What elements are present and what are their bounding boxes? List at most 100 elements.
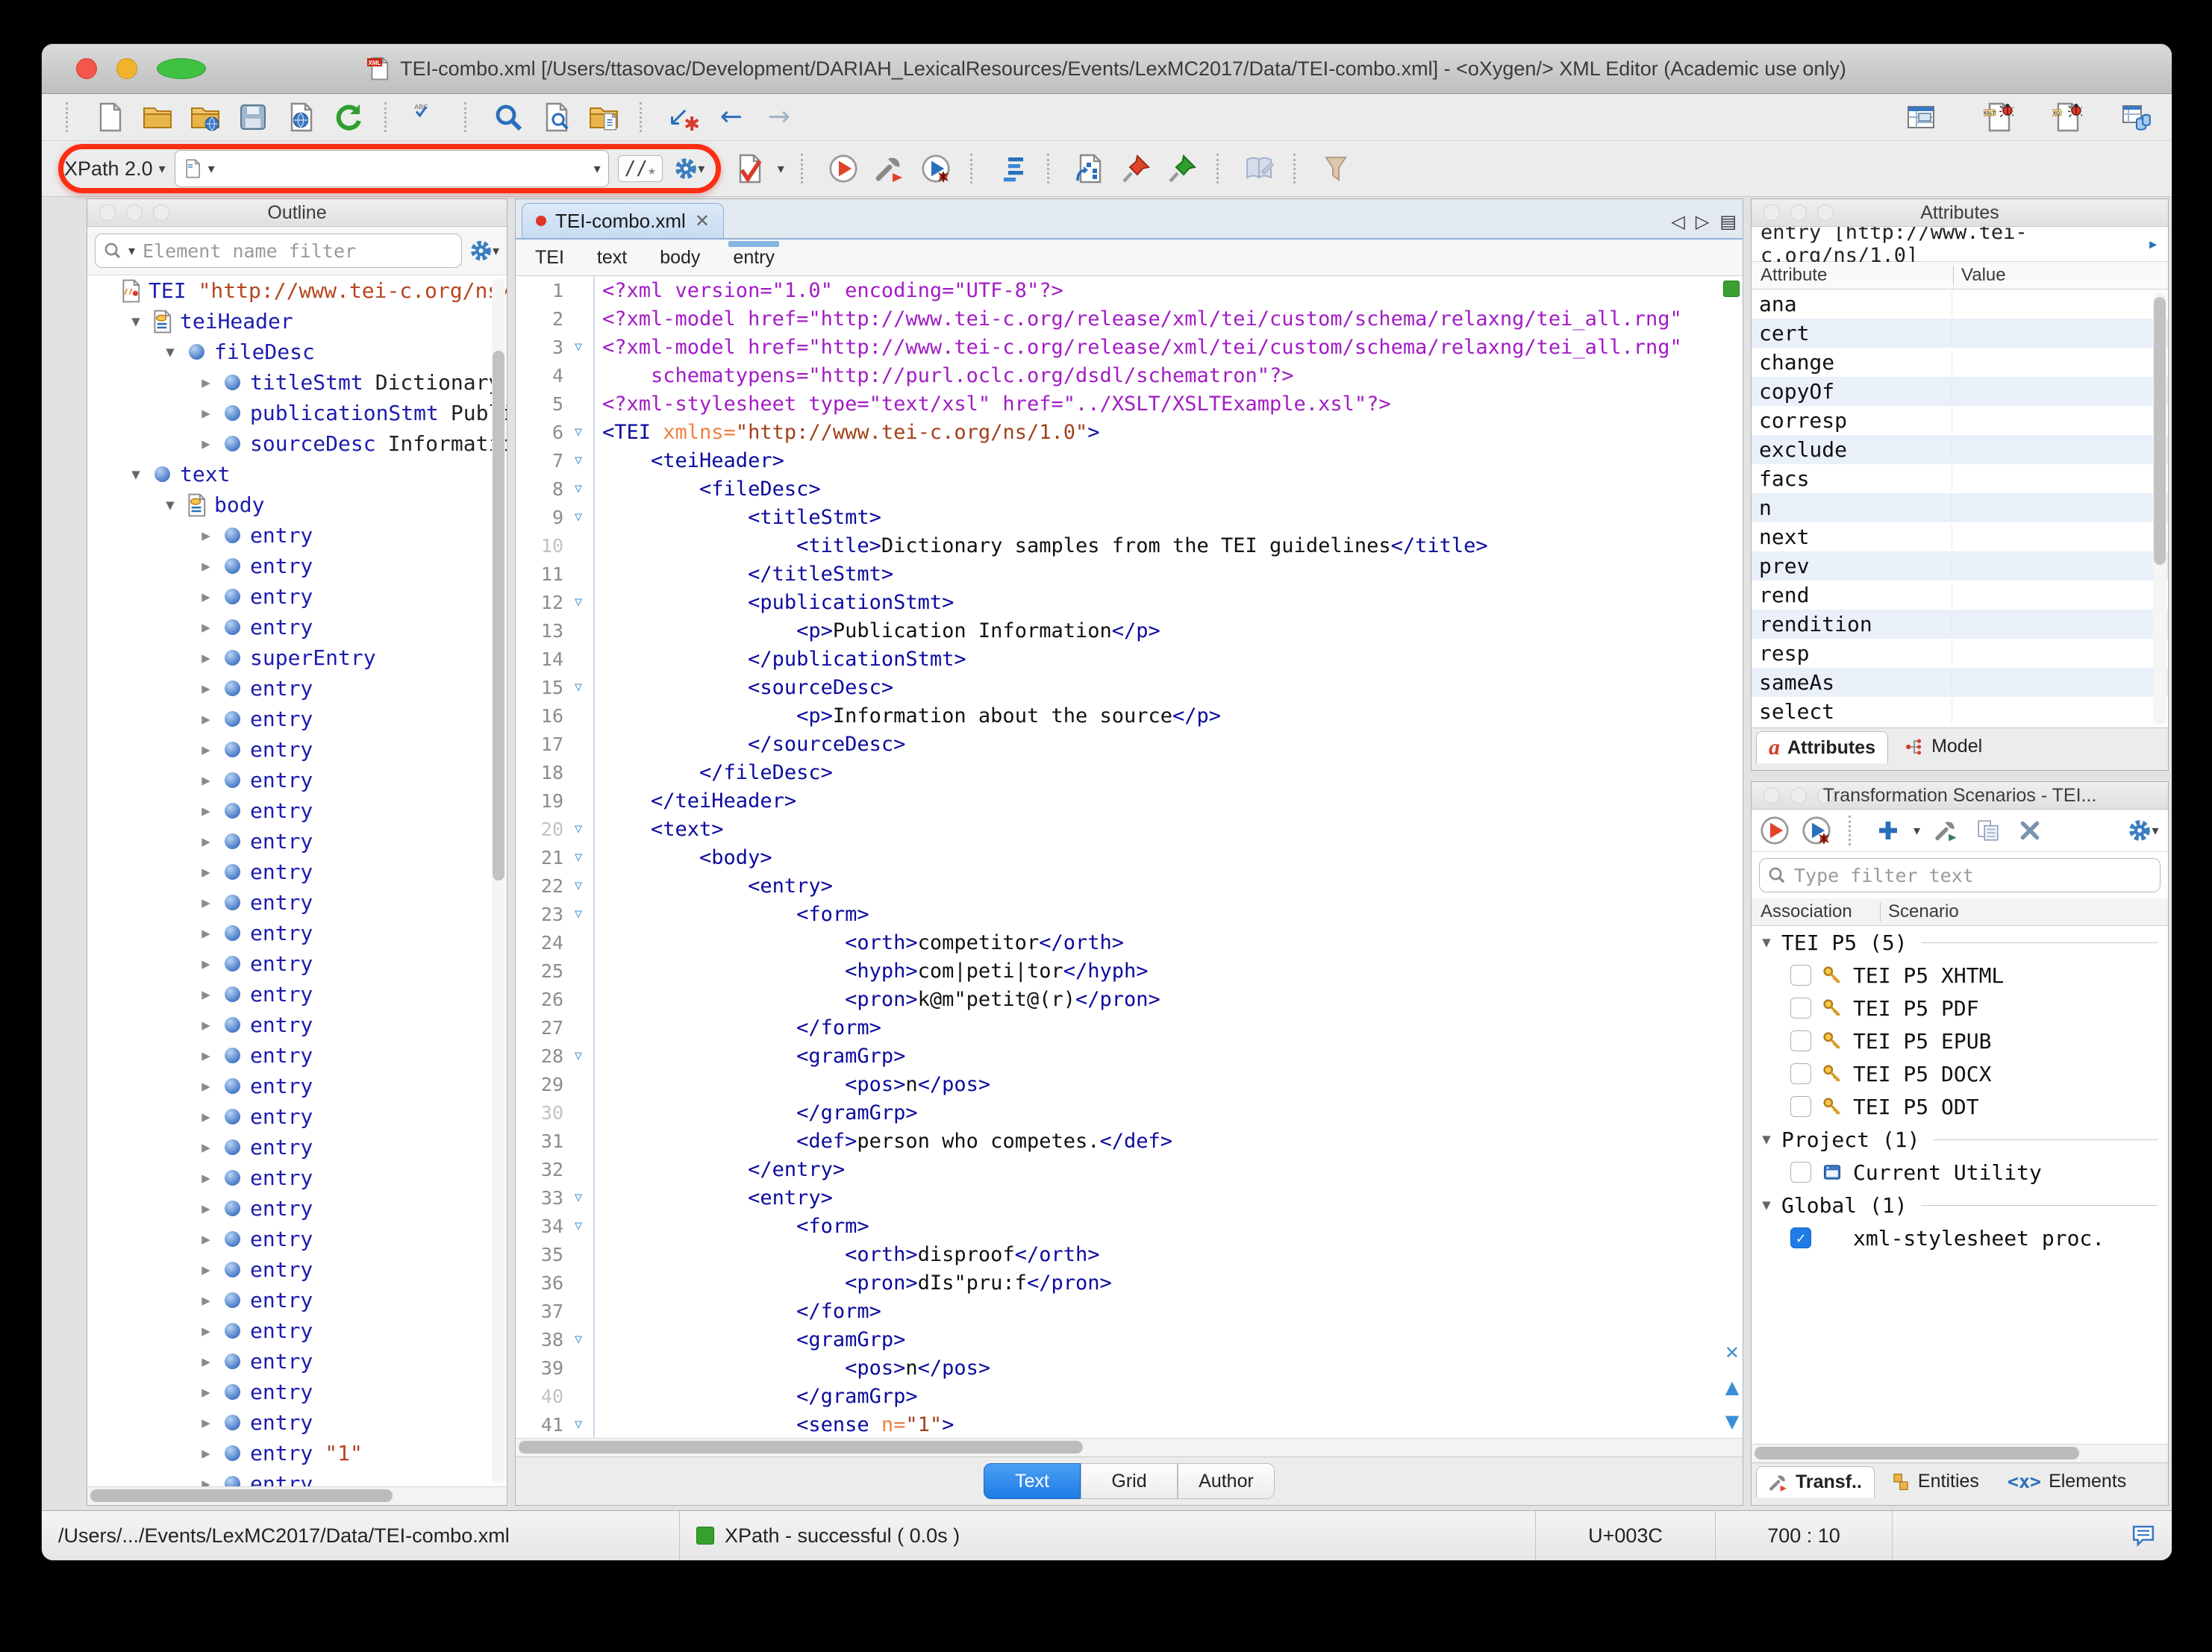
- attribute-row[interactable]: copyOf: [1752, 377, 2168, 406]
- scenarios-filter-input[interactable]: [1793, 864, 2152, 887]
- code-line[interactable]: 36 <pron>dIs"pru:f</pron>: [516, 1268, 1743, 1297]
- code-line[interactable]: 16 <p>Information about the source</p>: [516, 701, 1743, 730]
- editor-horizontal-scrollbar[interactable]: [516, 1438, 1743, 1457]
- code-line[interactable]: 29 <pos>n</pos>: [516, 1070, 1743, 1098]
- tab-transf[interactable]: Transf..: [1756, 1466, 1875, 1498]
- outline-row[interactable]: ▶entry: [87, 1254, 507, 1285]
- outline-row[interactable]: ▶entry: [87, 581, 507, 612]
- checkbox-unchecked[interactable]: [1790, 1162, 1811, 1183]
- xpath-input[interactable]: ▾ ▾: [175, 150, 609, 187]
- code-line[interactable]: 33▽ <entry>: [516, 1183, 1743, 1212]
- arrow-up-icon[interactable]: ▲: [1725, 1377, 1739, 1398]
- save-button[interactable]: [235, 99, 271, 135]
- review-book-button[interactable]: [1241, 151, 1277, 187]
- outline-row[interactable]: ▶entry: [87, 1377, 507, 1407]
- outline-row[interactable]: ▶entry: [87, 1315, 507, 1346]
- expand-arrow-icon[interactable]: ▶: [193, 405, 219, 422]
- outline-row[interactable]: ▶entry: [87, 948, 507, 979]
- outline-row[interactable]: ▶entry: [87, 1132, 507, 1163]
- code-line[interactable]: 4 schematypens="http://purl.oclc.org/dsd…: [516, 361, 1743, 389]
- expand-arrow-icon[interactable]: ▶: [193, 833, 219, 850]
- breadcrumb-item-entry[interactable]: entry: [733, 240, 775, 275]
- xslt-debugger-button[interactable]: XSLT: [1981, 99, 2016, 135]
- expand-arrow-icon[interactable]: ▶: [193, 680, 219, 697]
- xpath-update-on-caret-toggle[interactable]: //★: [618, 155, 663, 182]
- attribute-row[interactable]: next: [1752, 522, 2168, 551]
- code-line[interactable]: 30 </gramGrp>: [516, 1098, 1743, 1127]
- mode-button-grid[interactable]: Grid: [1081, 1463, 1178, 1499]
- expand-arrow-icon[interactable]: ▶: [193, 1170, 219, 1186]
- code-line[interactable]: 25 <hyph>com|peti|tor</hyph>: [516, 957, 1743, 985]
- expand-arrow-icon[interactable]: ▶: [193, 1323, 219, 1339]
- code-line[interactable]: 31 <def>person who competes.</def>: [516, 1127, 1743, 1155]
- scrollbar-thumb[interactable]: [90, 1489, 393, 1502]
- comment-bubble-icon[interactable]: [2131, 1524, 2155, 1548]
- outline-row[interactable]: ▶entry: [87, 1163, 507, 1193]
- collapse-arrow-icon[interactable]: ▼: [1752, 934, 1781, 951]
- code-line[interactable]: 5<?xml-stylesheet type="text/xsl" href="…: [516, 389, 1743, 418]
- scenario-row[interactable]: TEI P5 DOCX: [1752, 1057, 2168, 1090]
- expand-arrow-icon[interactable]: ▶: [193, 864, 219, 880]
- code-line[interactable]: 9▽ <titleStmt>: [516, 503, 1743, 531]
- attribute-row[interactable]: change: [1752, 348, 2168, 377]
- expand-arrow-icon[interactable]: ▶: [193, 436, 219, 452]
- scenario-group[interactable]: ▼TEI P5 (5): [1752, 926, 2168, 959]
- attribute-row[interactable]: corresp: [1752, 406, 2168, 435]
- code-line[interactable]: 12▽ <publicationStmt>: [516, 588, 1743, 616]
- zoom-window-button[interactable]: [157, 58, 206, 79]
- scenario-add-button[interactable]: [1873, 813, 1903, 848]
- fold-toggle-icon[interactable]: ▽: [563, 815, 595, 843]
- code-line[interactable]: 7▽ <teiHeader>: [516, 446, 1743, 475]
- jump-last-edit-button[interactable]: ↙✱: [666, 99, 702, 135]
- mode-button-text[interactable]: Text: [984, 1463, 1081, 1499]
- find-replace-button[interactable]: [490, 99, 526, 135]
- code-editor[interactable]: 1<?xml version="1.0" encoding="UTF-8"?> 2…: [516, 276, 1743, 1438]
- attribute-row[interactable]: sameAs: [1752, 668, 2168, 697]
- code-line[interactable]: 21▽ <body>: [516, 843, 1743, 872]
- code-line[interactable]: 39 <pos>n</pos>: [516, 1354, 1743, 1382]
- outline-row[interactable]: ▶entry: [87, 765, 507, 795]
- fold-toggle-icon[interactable]: ▽: [563, 503, 595, 531]
- close-icon[interactable]: ✕: [1725, 1342, 1740, 1363]
- mode-button-author[interactable]: Author: [1178, 1463, 1275, 1499]
- code-line[interactable]: 1<?xml version="1.0" encoding="UTF-8"?>: [516, 276, 1743, 304]
- scenario-settings-gear-button[interactable]: ▾: [2126, 813, 2161, 848]
- fold-toggle-icon[interactable]: ▽: [563, 673, 595, 701]
- expand-arrow-icon[interactable]: ▶: [193, 1292, 219, 1309]
- checkbox-unchecked[interactable]: [1790, 1030, 1811, 1051]
- scrollbar-thumb[interactable]: [493, 351, 504, 881]
- pin-green-button[interactable]: [1164, 151, 1200, 187]
- code-line[interactable]: 6▽<TEI xmlns="http://www.tei-c.org/ns/1.…: [516, 418, 1743, 446]
- outline-row[interactable]: ▶entry: [87, 551, 507, 581]
- fold-toggle-icon[interactable]: ▽: [563, 872, 595, 900]
- outline-header[interactable]: Outline: [87, 199, 507, 227]
- expand-arrow-icon[interactable]: ▶: [193, 1415, 219, 1431]
- tab-entities[interactable]: Entities: [1879, 1466, 1991, 1497]
- outline-row[interactable]: ▶entry: [87, 1346, 507, 1377]
- fold-toggle-icon[interactable]: ▽: [563, 843, 595, 872]
- expand-arrow-icon[interactable]: ▶: [193, 895, 219, 911]
- outline-row[interactable]: ▶entry: [87, 1101, 507, 1132]
- attribute-row[interactable]: select: [1752, 697, 2168, 726]
- expand-arrow-icon[interactable]: ▶: [193, 1476, 219, 1487]
- code-line[interactable]: 13 <p>Publication Information</p>: [516, 616, 1743, 645]
- outline-row[interactable]: ▶entry: [87, 887, 507, 918]
- tab-attributes[interactable]: aAttributes: [1756, 731, 1888, 763]
- outline-row[interactable]: ▶entry: [87, 857, 507, 887]
- code-line[interactable]: 18 </fileDesc>: [516, 758, 1743, 786]
- expand-arrow-icon[interactable]: ▶: [193, 742, 219, 758]
- expand-arrow-icon[interactable]: ▶: [193, 619, 219, 636]
- expand-arrow-icon[interactable]: ▶: [193, 1445, 219, 1462]
- spell-check-button[interactable]: ABC: [410, 99, 446, 135]
- scenario-row[interactable]: TEI P5 PDF: [1752, 992, 2168, 1024]
- next-tab-icon[interactable]: ▷: [1696, 211, 1709, 232]
- outline-row[interactable]: ▶entry: [87, 1407, 507, 1438]
- close-tab-icon[interactable]: ✕: [695, 210, 710, 232]
- validate-dropdown[interactable]: ▾: [778, 161, 784, 177]
- database-explorer-button[interactable]: [2118, 99, 2154, 135]
- expand-arrow-icon[interactable]: ▶: [193, 558, 219, 575]
- fold-toggle-icon[interactable]: ▽: [563, 1042, 595, 1070]
- scenario-row[interactable]: TEI P5 ODT: [1752, 1090, 2168, 1123]
- expand-element-icon[interactable]: ▸: [2147, 233, 2159, 255]
- code-line[interactable]: 20▽ <text>: [516, 815, 1743, 843]
